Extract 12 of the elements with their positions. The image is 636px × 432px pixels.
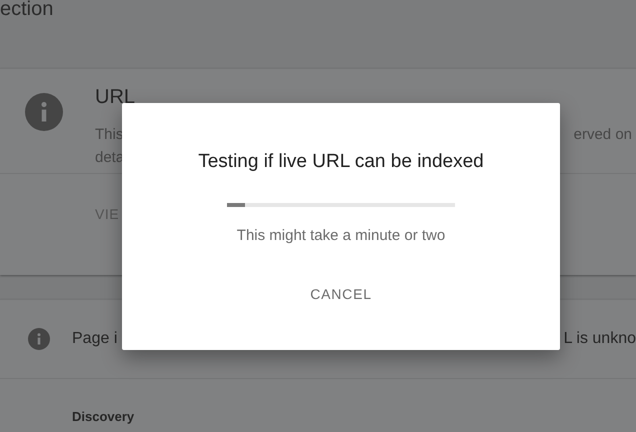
status-description: erved on <box>574 125 632 145</box>
page-heading: ection <box>0 0 54 18</box>
dialog-title: Testing if live URL can be indexed <box>198 151 484 173</box>
cancel-button[interactable]: CANCEL <box>298 280 384 308</box>
info-text: Page i <box>72 330 118 348</box>
section-label: Discovery <box>72 409 134 424</box>
info-icon <box>25 93 63 131</box>
status-title: URL <box>95 87 136 107</box>
status-description: This <box>95 125 124 145</box>
info-text: L is unkno <box>564 330 636 348</box>
dialog-message: This might take a minute or two <box>236 227 446 244</box>
info-icon <box>28 328 50 350</box>
